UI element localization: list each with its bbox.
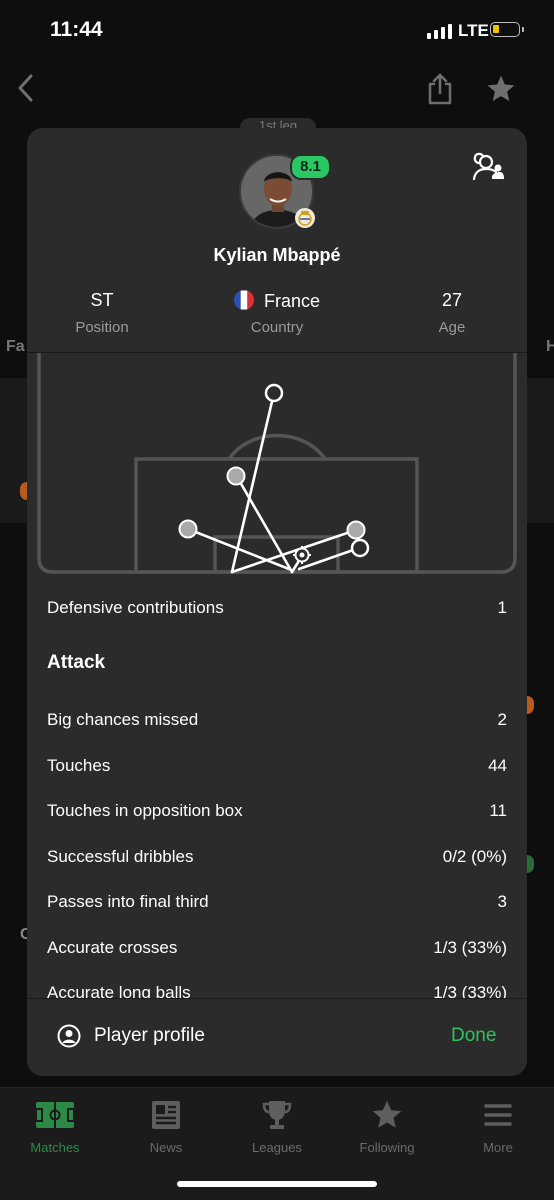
done-button[interactable]: Done xyxy=(451,1025,496,1047)
battery-icon xyxy=(490,22,524,37)
tab-label: Leagues xyxy=(252,1140,302,1155)
tab-leagues[interactable]: Leagues xyxy=(222,1098,332,1155)
status-time: 11:44 xyxy=(50,18,103,41)
france-flag-icon xyxy=(233,290,254,310)
star-icon xyxy=(487,75,515,101)
tab-label: Matches xyxy=(30,1140,80,1155)
tab-news[interactable]: News xyxy=(111,1098,221,1155)
age-value: 27 xyxy=(441,290,463,310)
stat-row-big-chances-missed: Big chances missed 2 xyxy=(47,710,507,729)
position-value: ST xyxy=(90,290,114,310)
stat-row-touches-opposition-box: Touches in opposition box 11 xyxy=(47,801,507,820)
club-crest-icon xyxy=(295,208,315,228)
stat-row-successful-dribbles: Successful dribbles 0/2 (0%) xyxy=(47,847,507,866)
pitch-icon xyxy=(0,1098,110,1132)
position-info: ST Position xyxy=(27,290,177,336)
shot-marker xyxy=(346,520,366,540)
tab-matches[interactable]: Matches xyxy=(0,1098,110,1155)
person-add-icon xyxy=(472,152,504,181)
chevron-left-icon xyxy=(18,74,33,102)
back-button[interactable] xyxy=(16,72,36,109)
background-text-left: Fa xyxy=(6,338,25,355)
rating-badge: 8.1 xyxy=(290,154,331,180)
share-button[interactable] xyxy=(426,72,454,111)
home-indicator xyxy=(177,1181,377,1187)
news-icon xyxy=(111,1098,221,1132)
country-info: France Country xyxy=(202,290,352,336)
stat-row-accurate-crosses: Accurate crosses 1/3 (33%) xyxy=(47,938,507,957)
menu-icon xyxy=(443,1098,553,1132)
player-name: Kylian Mbappé xyxy=(213,245,341,265)
goal-ball-icon xyxy=(293,546,311,564)
country-label: Country xyxy=(250,319,304,336)
favorite-button[interactable] xyxy=(485,73,517,110)
star-icon xyxy=(332,1098,442,1132)
shot-marker xyxy=(264,383,284,403)
tab-label: News xyxy=(149,1140,183,1155)
player-profile-icon[interactable] xyxy=(57,1024,81,1053)
network-label: LTE xyxy=(458,21,489,40)
shot-marker xyxy=(178,519,198,539)
shot-marker xyxy=(350,538,370,558)
tab-more[interactable]: More xyxy=(443,1098,553,1155)
country-value: France xyxy=(263,291,321,311)
shot-marker xyxy=(226,466,246,486)
share-icon xyxy=(428,73,452,105)
background-text-right: H xyxy=(546,338,554,355)
stat-row-touches: Touches 44 xyxy=(47,756,507,775)
follow-player-button[interactable] xyxy=(471,152,505,187)
age-info: 27 Age xyxy=(377,290,527,336)
player-stats-sheet: 8.1 Kylian Mbappé ST Position France Cou… xyxy=(27,128,527,1076)
section-title-attack: Attack xyxy=(47,652,106,673)
stat-row-passes-final-third: Passes into final third 3 xyxy=(47,892,507,911)
tab-label: Following xyxy=(359,1140,415,1155)
stat-row-defensive-contributions: Defensive contributions 1 xyxy=(47,598,507,617)
sheet-footer: Player profile Done xyxy=(27,998,527,1076)
trophy-icon xyxy=(222,1098,332,1132)
age-label: Age xyxy=(438,319,466,336)
tab-label: More xyxy=(483,1140,513,1155)
shot-map xyxy=(27,353,527,578)
tab-following[interactable]: Following xyxy=(332,1098,442,1155)
signal-icon xyxy=(427,23,452,39)
position-label: Position xyxy=(75,319,129,336)
player-profile-link[interactable]: Player profile xyxy=(94,1025,205,1047)
shot-trajectory xyxy=(186,527,291,571)
